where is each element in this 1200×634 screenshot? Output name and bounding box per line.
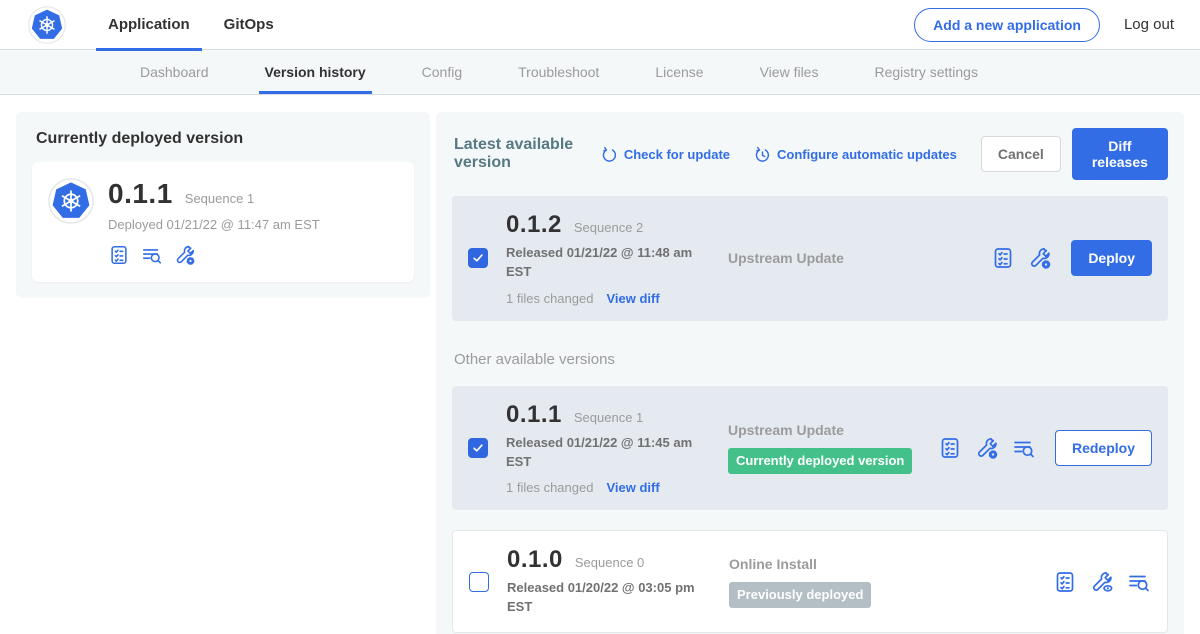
configure-automatic-updates-link[interactable]: Configure automatic updates	[754, 146, 957, 163]
view-diff-link[interactable]: View diff	[606, 480, 659, 495]
version-info: 0.1.1 Sequence 1 Released 01/21/22 @ 11:…	[506, 401, 704, 496]
version-row-0-1-2: 0.1.2 Sequence 2 Released 01/21/22 @ 11:…	[452, 196, 1168, 321]
top-nav: Application GitOps Add a new application…	[0, 0, 1200, 50]
configure-automatic-updates-label: Configure automatic updates	[777, 147, 957, 162]
check-for-update-label: Check for update	[624, 147, 730, 162]
deploy-logs-icon[interactable]	[1127, 570, 1151, 594]
version-info: 0.1.2 Sequence 2 Released 01/21/22 @ 11:…	[506, 211, 704, 306]
version-checkbox[interactable]	[469, 572, 489, 592]
edit-config-icon[interactable]	[975, 436, 999, 460]
deploy-logs-icon[interactable]	[1012, 436, 1036, 460]
tab-gitops[interactable]: GitOps	[212, 0, 286, 50]
deploy-button[interactable]: Deploy	[1071, 240, 1152, 276]
diff-releases-button[interactable]: Diff releases	[1072, 128, 1168, 180]
version-source-column: Online Install Previously deployed	[705, 556, 1053, 608]
released-timestamp: Released 01/21/22 @ 11:45 am EST	[506, 434, 698, 472]
version-actions: Redeploy	[938, 430, 1152, 466]
deployed-sequence-label: Sequence 1	[185, 191, 254, 206]
preflight-checklist-icon[interactable]	[1053, 570, 1077, 594]
version-source-column: Upstream Update	[704, 250, 991, 266]
deployed-timestamp: Deployed 01/21/22 @ 11:47 am EST	[108, 217, 320, 232]
currently-deployed-panel: Currently deployed version 0.1	[16, 112, 430, 298]
sequence-label: Sequence 1	[574, 410, 643, 425]
subnav-item-version-history[interactable]: Version history	[237, 50, 394, 94]
subnav-item-troubleshoot[interactable]: Troubleshoot	[490, 50, 627, 94]
version-row-0-1-0: 0.1.0 Sequence 0 Released 01/20/22 @ 03:…	[452, 530, 1168, 633]
currently-deployed-badge: Currently deployed version	[728, 448, 912, 474]
edit-config-icon[interactable]	[174, 244, 196, 266]
redeploy-button[interactable]: Redeploy	[1055, 430, 1152, 466]
version-source-column: Upstream Update Currently deployed versi…	[704, 422, 938, 474]
sequence-label: Sequence 2	[574, 220, 643, 235]
previously-deployed-badge: Previously deployed	[729, 582, 871, 608]
app-subnav: Dashboard Version history Config Trouble…	[0, 50, 1200, 95]
preflight-checklist-icon[interactable]	[108, 244, 130, 266]
currently-deployed-title: Currently deployed version	[36, 130, 414, 148]
version-number: 0.1.0	[507, 546, 563, 574]
kubernetes-logo-icon	[28, 6, 66, 44]
cancel-button[interactable]: Cancel	[981, 136, 1061, 172]
version-number: 0.1.2	[506, 211, 562, 239]
refresh-icon	[601, 146, 618, 163]
version-checkbox[interactable]	[468, 248, 488, 268]
version-actions	[1053, 570, 1151, 594]
sequence-label: Sequence 0	[575, 555, 644, 570]
version-number: 0.1.1	[506, 401, 562, 429]
edit-config-icon[interactable]	[1028, 246, 1052, 270]
deployed-version-number: 0.1.1	[108, 178, 173, 210]
available-versions-panel: Latest available version Check for updat…	[436, 112, 1184, 634]
deployed-version-card: 0.1.1 Sequence 1 Deployed 01/21/22 @ 11:…	[32, 162, 414, 282]
logout-button[interactable]: Log out	[1124, 16, 1174, 33]
view-diff-link[interactable]: View diff	[606, 291, 659, 306]
available-versions-header: Latest available version Check for updat…	[454, 128, 1168, 180]
version-row-0-1-1: 0.1.1 Sequence 1 Released 01/21/22 @ 11:…	[452, 386, 1168, 511]
latest-available-title: Latest available version	[454, 136, 589, 172]
deployed-version-details: 0.1.1 Sequence 1 Deployed 01/21/22 @ 11:…	[108, 178, 320, 266]
deploy-logs-icon[interactable]	[141, 244, 163, 266]
version-actions: Deploy	[991, 240, 1152, 276]
version-info: 0.1.0 Sequence 0 Released 01/20/22 @ 03:…	[507, 546, 705, 617]
version-checkbox[interactable]	[468, 438, 488, 458]
other-versions-title: Other available versions	[454, 351, 1166, 368]
subnav-item-view-files[interactable]: View files	[732, 50, 847, 94]
files-changed-label: 1 files changed	[506, 291, 593, 306]
version-source-label: Upstream Update	[728, 250, 991, 266]
version-source-label: Upstream Update	[728, 422, 938, 438]
released-timestamp: Released 01/20/22 @ 03:05 pm EST	[507, 579, 699, 617]
subnav-item-dashboard[interactable]: Dashboard	[112, 50, 237, 94]
preflight-checklist-icon[interactable]	[991, 246, 1015, 270]
subnav-item-config[interactable]: Config	[394, 50, 490, 94]
check-for-update-link[interactable]: Check for update	[601, 146, 730, 163]
kubernetes-app-icon	[48, 178, 94, 224]
preflight-checklist-icon[interactable]	[938, 436, 962, 460]
main-content: Currently deployed version 0.1	[0, 95, 1200, 634]
tab-application[interactable]: Application	[96, 0, 202, 50]
schedule-update-icon	[754, 146, 771, 163]
files-changed-label: 1 files changed	[506, 480, 593, 495]
subnav-item-license[interactable]: License	[627, 50, 731, 94]
view-config-icon[interactable]	[1090, 570, 1114, 594]
add-application-button[interactable]: Add a new application	[914, 8, 1100, 42]
version-source-label: Online Install	[729, 556, 1053, 572]
released-timestamp: Released 01/21/22 @ 11:48 am EST	[506, 244, 698, 282]
subnav-item-registry-settings[interactable]: Registry settings	[846, 50, 1005, 94]
